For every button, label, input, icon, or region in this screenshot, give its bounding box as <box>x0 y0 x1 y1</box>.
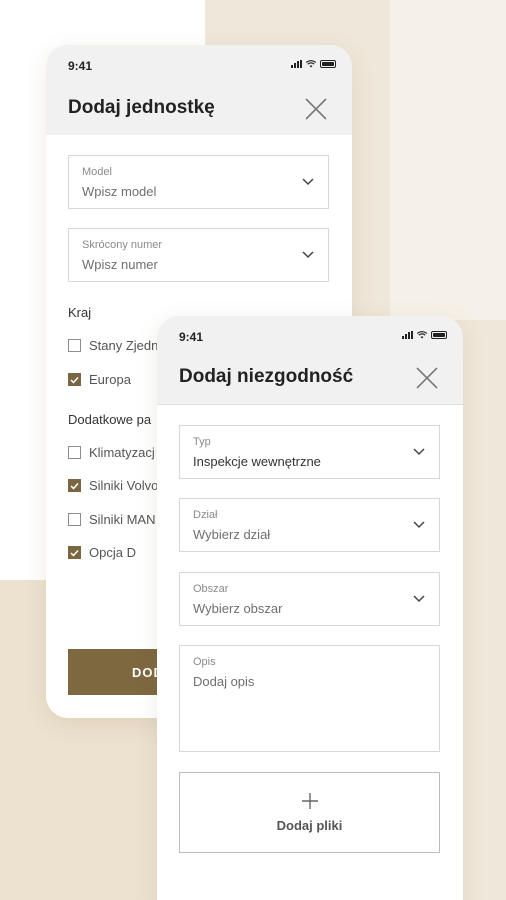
checkbox-param-ac[interactable]: Klimatyzacj <box>68 445 155 460</box>
checkbox[interactable] <box>68 339 81 352</box>
checkmark-icon <box>70 549 79 557</box>
checkbox-country-europe[interactable]: Europa <box>68 372 131 387</box>
header: 9:41 Dodaj jednostkę <box>46 45 352 135</box>
area-select-placeholder: Wybierz obszar <box>193 601 283 616</box>
status-time: 9:41 <box>68 59 93 73</box>
battery-icon <box>431 331 447 339</box>
type-select-label: Typ <box>193 436 211 448</box>
close-icon[interactable] <box>304 97 328 121</box>
department-select-placeholder: Wybierz dział <box>193 527 271 542</box>
checkmark-icon <box>70 482 79 490</box>
wifi-icon <box>417 331 427 339</box>
checkbox[interactable] <box>68 513 81 526</box>
chevron-down-icon <box>302 178 314 186</box>
department-select-label: Dział <box>193 509 218 521</box>
checkbox-label: Opcja D <box>89 545 136 560</box>
background-light-panel <box>390 0 506 320</box>
description-placeholder: Dodaj opis <box>193 674 255 689</box>
description-field[interactable]: Opis Dodaj opis <box>179 645 440 752</box>
battery-icon <box>320 60 336 68</box>
chevron-down-icon <box>413 448 425 456</box>
model-field-label: Model <box>82 166 112 178</box>
short-number-field[interactable]: Skrócony numer Wpisz numer <box>68 228 329 282</box>
department-select[interactable]: Dział Wybierz dział <box>179 498 440 552</box>
short-number-placeholder: Wpisz numer <box>82 257 158 272</box>
short-number-label: Skrócony numer <box>82 239 163 251</box>
checkmark-icon <box>70 376 79 384</box>
wifi-icon <box>306 60 316 68</box>
checkbox[interactable] <box>68 546 81 559</box>
checkbox[interactable] <box>68 373 81 386</box>
model-field[interactable]: Model Wpisz model <box>68 155 329 209</box>
chevron-down-icon <box>413 521 425 529</box>
status-time: 9:41 <box>179 330 204 344</box>
status-icons <box>291 60 336 68</box>
checkbox-label: Europa <box>89 372 131 387</box>
add-files-label: Dodaj pliki <box>276 818 343 833</box>
country-section-label: Kraj <box>68 305 92 320</box>
phone-add-nonconformity: 9:41 Dodaj niezgodność Typ Inspekcje wew… <box>157 316 463 900</box>
checkbox-label: Silniki Volvo <box>89 478 159 493</box>
checkbox-label: Stany Zjedn <box>89 338 159 353</box>
checkbox-param-volvo[interactable]: Silniki Volvo <box>68 478 158 493</box>
checkbox[interactable] <box>68 446 81 459</box>
area-select-label: Obszar <box>193 583 229 595</box>
signal-icon <box>402 331 413 339</box>
plus-icon <box>301 793 318 809</box>
header: 9:41 Dodaj niezgodność <box>157 316 463 405</box>
model-field-placeholder: Wpisz model <box>82 184 157 199</box>
add-files-button[interactable]: Dodaj pliki <box>179 772 440 853</box>
close-icon[interactable] <box>415 366 439 390</box>
type-select[interactable]: Typ Inspekcje wewnętrzne <box>179 425 440 479</box>
type-select-value: Inspekcje wewnętrzne <box>193 454 321 469</box>
chevron-down-icon <box>413 595 425 603</box>
checkbox-param-option-d[interactable]: Opcja D <box>68 545 136 560</box>
area-select[interactable]: Obszar Wybierz obszar <box>179 572 440 626</box>
checkbox-param-man[interactable]: Silniki MAN <box>68 512 155 527</box>
params-section-label: Dodatkowe pa <box>68 412 152 427</box>
checkbox[interactable] <box>68 479 81 492</box>
checkbox-country-us[interactable]: Stany Zjedn <box>68 338 158 353</box>
chevron-down-icon <box>302 251 314 259</box>
page-title: Dodaj jednostkę <box>68 97 215 118</box>
checkbox-label: Klimatyzacj <box>89 445 155 460</box>
status-icons <box>402 331 447 339</box>
description-label: Opis <box>193 656 216 668</box>
page-title: Dodaj niezgodność <box>179 366 354 387</box>
signal-icon <box>291 60 302 68</box>
checkbox-label: Silniki MAN <box>89 512 156 527</box>
